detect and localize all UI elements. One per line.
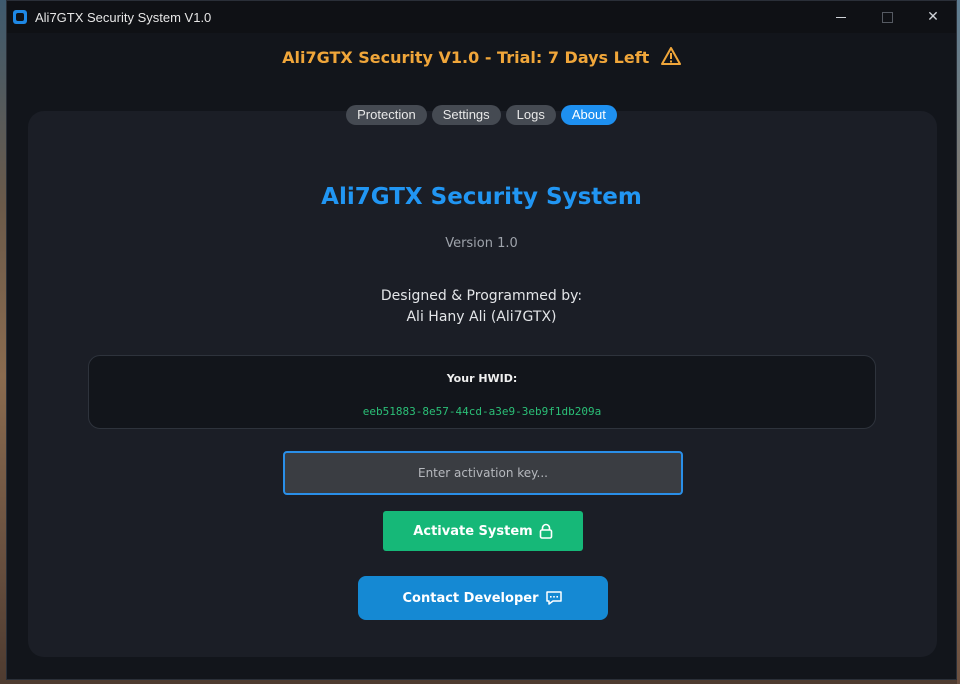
app-window: Ali7GTX Security System V1.0 ✕ Ali7GTX S…	[6, 0, 957, 680]
lock-icon	[539, 523, 553, 539]
tab-settings[interactable]: Settings	[431, 105, 501, 125]
maximize-icon	[881, 11, 893, 23]
activate-system-button[interactable]: Activate System	[383, 511, 583, 551]
minimize-icon	[836, 16, 846, 18]
warning-icon	[660, 47, 681, 65]
chat-icon	[546, 591, 563, 605]
hwid-box: Your HWID: eeb51883-8e57-44cd-a3e9-3eb9f…	[88, 355, 876, 429]
app-name-heading: Ali7GTX Security System	[321, 184, 642, 210]
hwid-value[interactable]: eeb51883-8e57-44cd-a3e9-3eb9f1db209a	[89, 405, 875, 418]
window-title: Ali7GTX Security System V1.0	[35, 9, 212, 25]
credits-label: Designed & Programmed by:	[380, 288, 583, 304]
activate-button-label: Activate System	[413, 523, 533, 539]
maximize-button[interactable]	[864, 1, 910, 33]
version-text: Version 1.0	[445, 236, 518, 251]
credits: Designed & Programmed by: Ali Hany Ali (…	[7, 286, 956, 328]
close-button[interactable]: ✕	[910, 1, 956, 33]
contact-developer-button[interactable]: Contact Developer	[358, 576, 608, 620]
tab-protection[interactable]: Protection	[346, 105, 427, 125]
activation-key-input[interactable]	[283, 451, 683, 495]
window-controls: ✕	[818, 1, 956, 33]
app-icon	[13, 10, 27, 24]
contact-button-label: Contact Developer	[402, 590, 539, 606]
tab-logs[interactable]: Logs	[505, 105, 556, 125]
minimize-button[interactable]	[818, 1, 864, 33]
trial-status-header: Ali7GTX Security V1.0 - Trial: 7 Days Le…	[7, 47, 956, 67]
hwid-label: Your HWID:	[446, 372, 518, 385]
close-icon: ✕	[927, 9, 939, 25]
title-bar[interactable]: Ali7GTX Security System V1.0 ✕	[7, 1, 956, 33]
trial-status-text: Ali7GTX Security V1.0 - Trial: 7 Days Le…	[282, 48, 650, 67]
credits-author: Ali Hany Ali (Ali7GTX)	[406, 309, 557, 325]
tab-about[interactable]: About	[560, 105, 617, 125]
tab-bar: Protection Settings Logs About	[7, 105, 956, 125]
